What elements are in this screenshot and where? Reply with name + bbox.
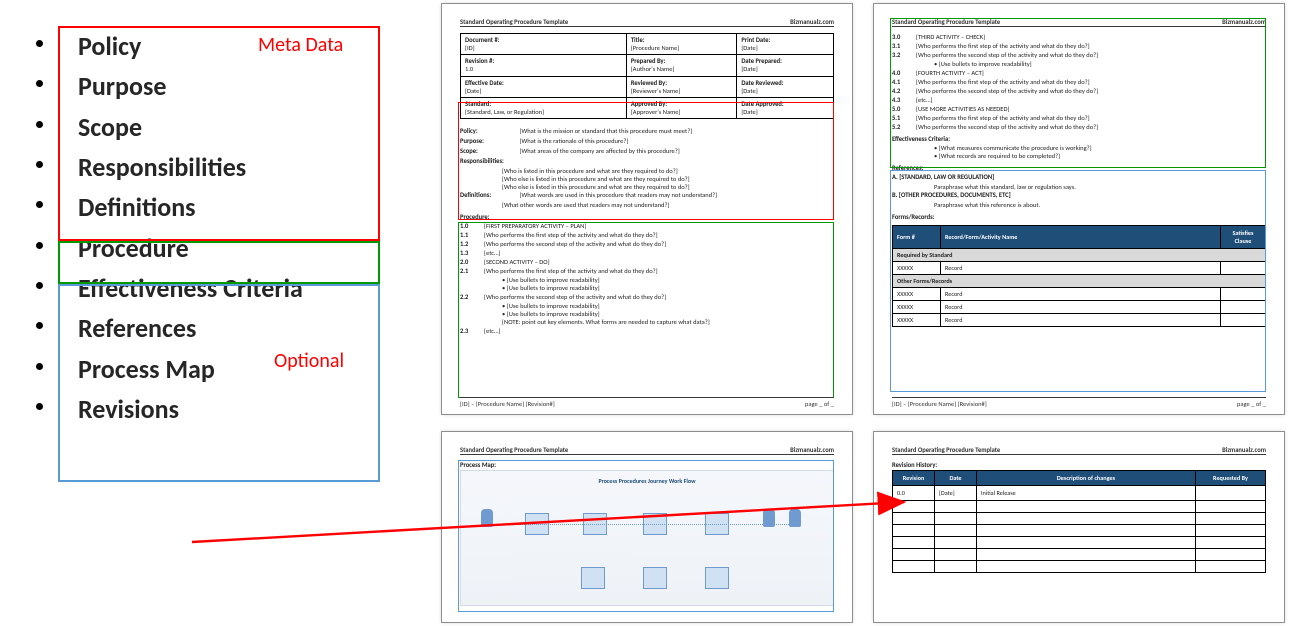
legend-item-references: References <box>12 308 384 348</box>
label-scope: Scope: <box>460 147 518 155</box>
legend-item-definitions: Definitions <box>12 187 384 227</box>
forms-records-heading: Forms/Records: <box>892 213 1266 221</box>
effectiveness-heading: Effectiveness Criteria: <box>892 135 1266 143</box>
doc-page-2: Standard Operating Procedure TemplateBiz… <box>874 4 1284 414</box>
doc-page-4: Standard Operating Procedure TemplateBiz… <box>874 432 1284 622</box>
legend-item-purpose: Purpose <box>12 66 384 106</box>
legend-item-scope: Scope <box>12 107 384 147</box>
label-responsibilities: Responsibilities: <box>460 157 518 165</box>
legend-item-revisions: Revisions <box>12 389 384 429</box>
legend-item-responsibilities: Responsibilities <box>12 147 384 187</box>
meta-table: Document #:[ID] Title:[Procedure Name] P… <box>460 33 834 119</box>
badge-optional: Optional <box>274 349 344 373</box>
revision-history-table: Revision Date Description of changes Req… <box>892 470 1266 573</box>
revision-history-heading: Revision History: <box>892 461 1266 469</box>
legend-item-procedure: Procedure <box>12 228 384 268</box>
doc-header-right: Bizmanualz.com <box>790 18 834 26</box>
pages-area: Standard Operating Procedure Template Biz… <box>442 4 1290 624</box>
process-map-diagram: Process Procedures Journey Work Flow <box>460 470 834 606</box>
doc-page-3: Standard Operating Procedure TemplateBiz… <box>442 432 852 622</box>
doc-header-left: Standard Operating Procedure Template <box>460 18 568 26</box>
label-definitions: Definitions: <box>460 191 518 199</box>
badge-meta-data: Meta Data <box>258 33 343 57</box>
label-purpose: Purpose: <box>460 137 518 145</box>
process-map-heading: Process Map: <box>460 461 834 469</box>
doc-page-1: Standard Operating Procedure Template Biz… <box>442 4 852 414</box>
references-heading: References: <box>892 164 1266 172</box>
forms-records-table: Form # Record/Form/Activity Name Satisfi… <box>892 225 1266 327</box>
procedure-heading: Procedure: <box>460 213 834 221</box>
label-policy: Policy: <box>460 127 518 135</box>
legend-item-effectiveness: Effectiveness Criteria <box>12 268 384 308</box>
